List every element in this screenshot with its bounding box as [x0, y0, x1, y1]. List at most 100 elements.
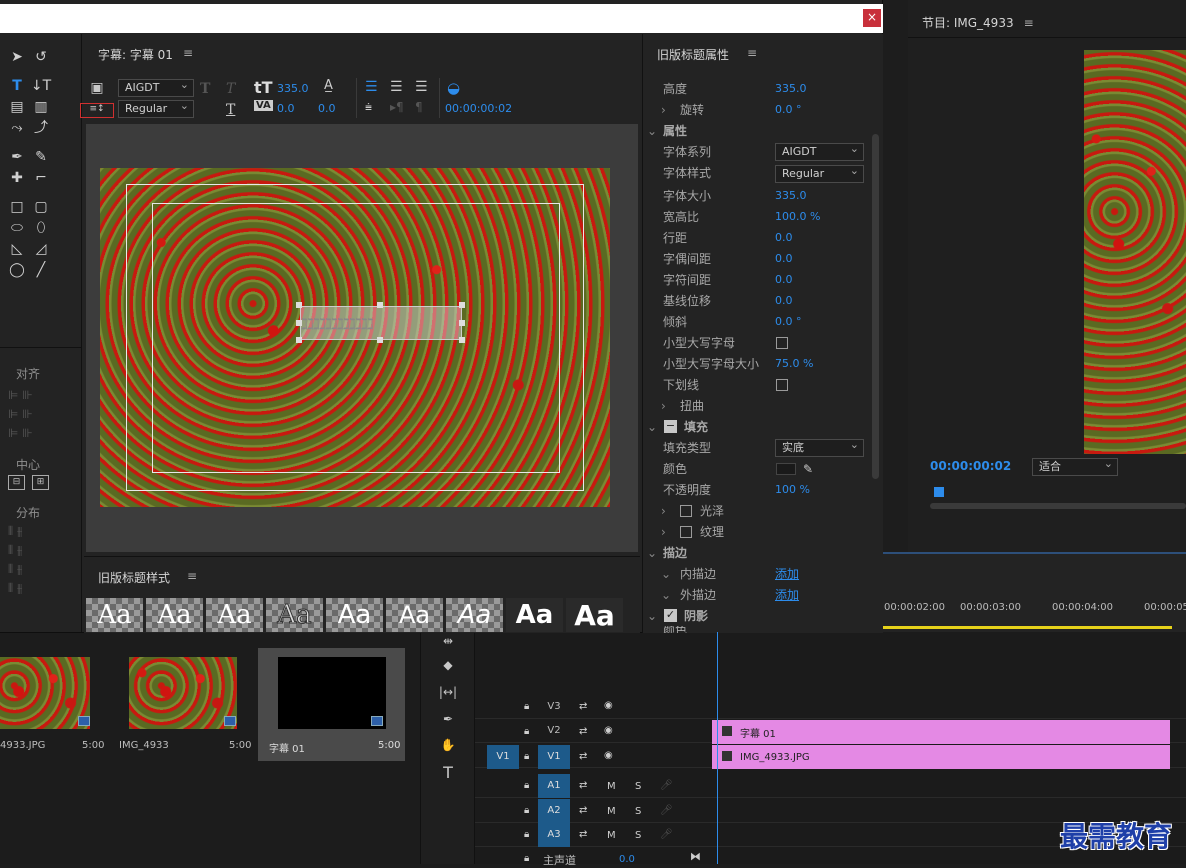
show-video-icon[interactable]: ◒: [447, 79, 460, 97]
eyedropper-icon[interactable]: ✎: [803, 462, 813, 476]
paragraph-icon[interactable]: ▸¶: [390, 100, 404, 114]
prop-label[interactable]: 扭曲: [680, 397, 704, 414]
tracking-value[interactable]: 0.0: [318, 102, 336, 115]
center-vertical-icon[interactable]: ⊞: [32, 475, 49, 490]
tab-stops-icon[interactable]: ⩧: [365, 100, 372, 115]
rounded-rect-tool-icon[interactable]: ▢: [30, 198, 52, 216]
arc-tool-icon[interactable]: ◿: [30, 240, 52, 258]
prop-value[interactable]: 100 %: [775, 483, 810, 496]
align-center-icon[interactable]: ☰: [390, 79, 403, 95]
sync-icon[interactable]: ⇄: [579, 780, 587, 791]
mic-icon[interactable]: 🎤︎: [660, 829, 673, 840]
track-label[interactable]: V2: [538, 719, 570, 743]
program-timecode[interactable]: 00:00:00:02: [930, 459, 1011, 473]
text-object[interactable]: ℷℷℷℷℷℷℷℷℷℷℷℷ: [300, 306, 462, 340]
style-swatch[interactable]: Aa: [206, 598, 263, 632]
lock-icon[interactable]: 🔒︎: [524, 853, 529, 864]
show-background-icon[interactable]: ▣: [88, 79, 106, 97]
fill-checkbox[interactable]: −: [664, 420, 677, 433]
italic-icon[interactable]: T: [226, 81, 235, 97]
lock-icon[interactable]: 🔒︎: [524, 829, 529, 840]
prop-section[interactable]: 描边: [663, 544, 687, 561]
sync-icon[interactable]: ⇄: [579, 805, 587, 816]
bowtie-icon[interactable]: ⧓: [690, 850, 701, 863]
inner-stroke-add-link[interactable]: 添加: [775, 565, 799, 582]
underline-checkbox[interactable]: [776, 378, 788, 391]
mute-button[interactable]: M: [607, 781, 616, 792]
bin-thumb[interactable]: [0, 657, 90, 729]
bin-thumb[interactable]: [278, 657, 386, 729]
distribute-icons[interactable]: ⫴ ⫵ ⫴ ⫵ ⫴ ⫵ ⫴ ⫵: [8, 522, 52, 602]
texture-checkbox[interactable]: [680, 525, 692, 538]
convert-anchor-icon[interactable]: ⌐: [30, 169, 52, 187]
shadow-checkbox[interactable]: ✓: [664, 609, 677, 622]
prop-value[interactable]: 0.0: [775, 231, 793, 244]
wedge-tool-icon[interactable]: ◺: [6, 240, 28, 258]
solo-button[interactable]: S: [635, 806, 641, 817]
rotation-tool-icon[interactable]: ↺: [30, 48, 52, 66]
clipped-rect-tool-icon[interactable]: ⬭: [6, 219, 28, 237]
track-label[interactable]: A2: [538, 799, 570, 823]
prop-value[interactable]: 0.0: [775, 273, 793, 286]
sync-icon[interactable]: ⇄: [579, 751, 587, 762]
outer-stroke-add-link[interactable]: 添加: [775, 586, 799, 603]
prop-section[interactable]: 阴影: [684, 607, 708, 624]
type-tool-icon[interactable]: T: [6, 77, 28, 95]
track-label[interactable]: A3: [538, 823, 570, 847]
hand-tool-icon[interactable]: ✋: [437, 736, 459, 754]
panel-menu-icon[interactable]: ≡: [183, 46, 193, 60]
track-label[interactable]: V1: [538, 745, 570, 769]
type-tool-icon[interactable]: T: [437, 763, 459, 782]
panel-menu-icon[interactable]: ≡: [1024, 16, 1034, 30]
font-style-dropdown[interactable]: Regular: [118, 98, 194, 118]
prop-value[interactable]: 75.0 %: [775, 357, 813, 370]
lock-icon[interactable]: 🔒︎: [524, 780, 529, 791]
close-button[interactable]: ×: [863, 9, 881, 27]
sheen-checkbox[interactable]: [680, 504, 692, 517]
sync-icon[interactable]: ⇄: [579, 726, 587, 737]
eye-icon[interactable]: ◉: [604, 750, 613, 761]
track-label[interactable]: A1: [538, 774, 570, 798]
font-family-select[interactable]: AIGDT: [775, 141, 864, 161]
prop-section[interactable]: 属性: [663, 122, 687, 139]
delete-anchor-icon[interactable]: ✎: [30, 148, 52, 166]
roll-crawl-options-icon[interactable]: ≡↕: [80, 103, 114, 118]
ellipse-tool-icon[interactable]: ◯: [6, 261, 28, 279]
lock-icon[interactable]: 🔒︎: [524, 726, 529, 737]
eye-icon[interactable]: ◉: [604, 725, 613, 736]
font-size-value[interactable]: 335.0: [277, 82, 309, 95]
lock-icon[interactable]: 🔒︎: [524, 751, 529, 762]
color-swatch[interactable]: [776, 462, 796, 475]
style-swatch[interactable]: Aa: [146, 598, 203, 632]
align-icons[interactable]: ⊫ ⊪ ⊫ ⊪ ⊫ ⊪: [8, 386, 52, 446]
style-swatch[interactable]: Aa: [506, 598, 563, 632]
paragraph-icon-2[interactable]: ¶: [415, 100, 423, 114]
fill-type-select[interactable]: 实底: [775, 437, 864, 457]
sync-icon[interactable]: ⇄: [579, 701, 587, 712]
mic-icon[interactable]: 🎤︎: [660, 780, 673, 791]
small-caps-checkbox[interactable]: [776, 336, 788, 349]
master-volume[interactable]: 0.0: [619, 854, 635, 865]
timeline-clip[interactable]: 字幕 01: [712, 720, 1170, 744]
pen-tool-icon[interactable]: ✒: [6, 148, 28, 166]
program-scrub-bar[interactable]: [930, 503, 1186, 509]
line-tool-icon[interactable]: ╱: [30, 261, 52, 279]
prop-value[interactable]: 0.0 °: [775, 315, 802, 328]
style-swatch[interactable]: Aa: [566, 598, 623, 632]
vertical-path-type-icon[interactable]: ⤴: [30, 119, 52, 137]
bold-icon[interactable]: T: [200, 81, 210, 97]
align-left-icon[interactable]: ☰: [365, 79, 378, 95]
prop-section[interactable]: 填充: [684, 418, 708, 435]
style-swatch[interactable]: Aa: [86, 598, 143, 632]
solo-button[interactable]: S: [635, 830, 641, 841]
style-swatch[interactable]: Aa: [326, 598, 383, 632]
align-right-icon[interactable]: ☰: [415, 79, 428, 95]
solo-button[interactable]: S: [635, 781, 641, 792]
rounded-corner-rect-icon[interactable]: ⬯: [30, 219, 52, 237]
fit-dropdown[interactable]: 适合: [1032, 456, 1118, 476]
panel-menu-icon[interactable]: ≡: [187, 569, 197, 583]
timeline-ruler[interactable]: 00:00:02:00 00:00:03:00 00:00:04:00 00:0…: [870, 552, 1186, 632]
prop-value[interactable]: 335.0: [775, 189, 807, 202]
rectangle-tool-icon[interactable]: □: [6, 198, 28, 216]
slip-tool-icon[interactable]: ⇹: [437, 632, 459, 650]
